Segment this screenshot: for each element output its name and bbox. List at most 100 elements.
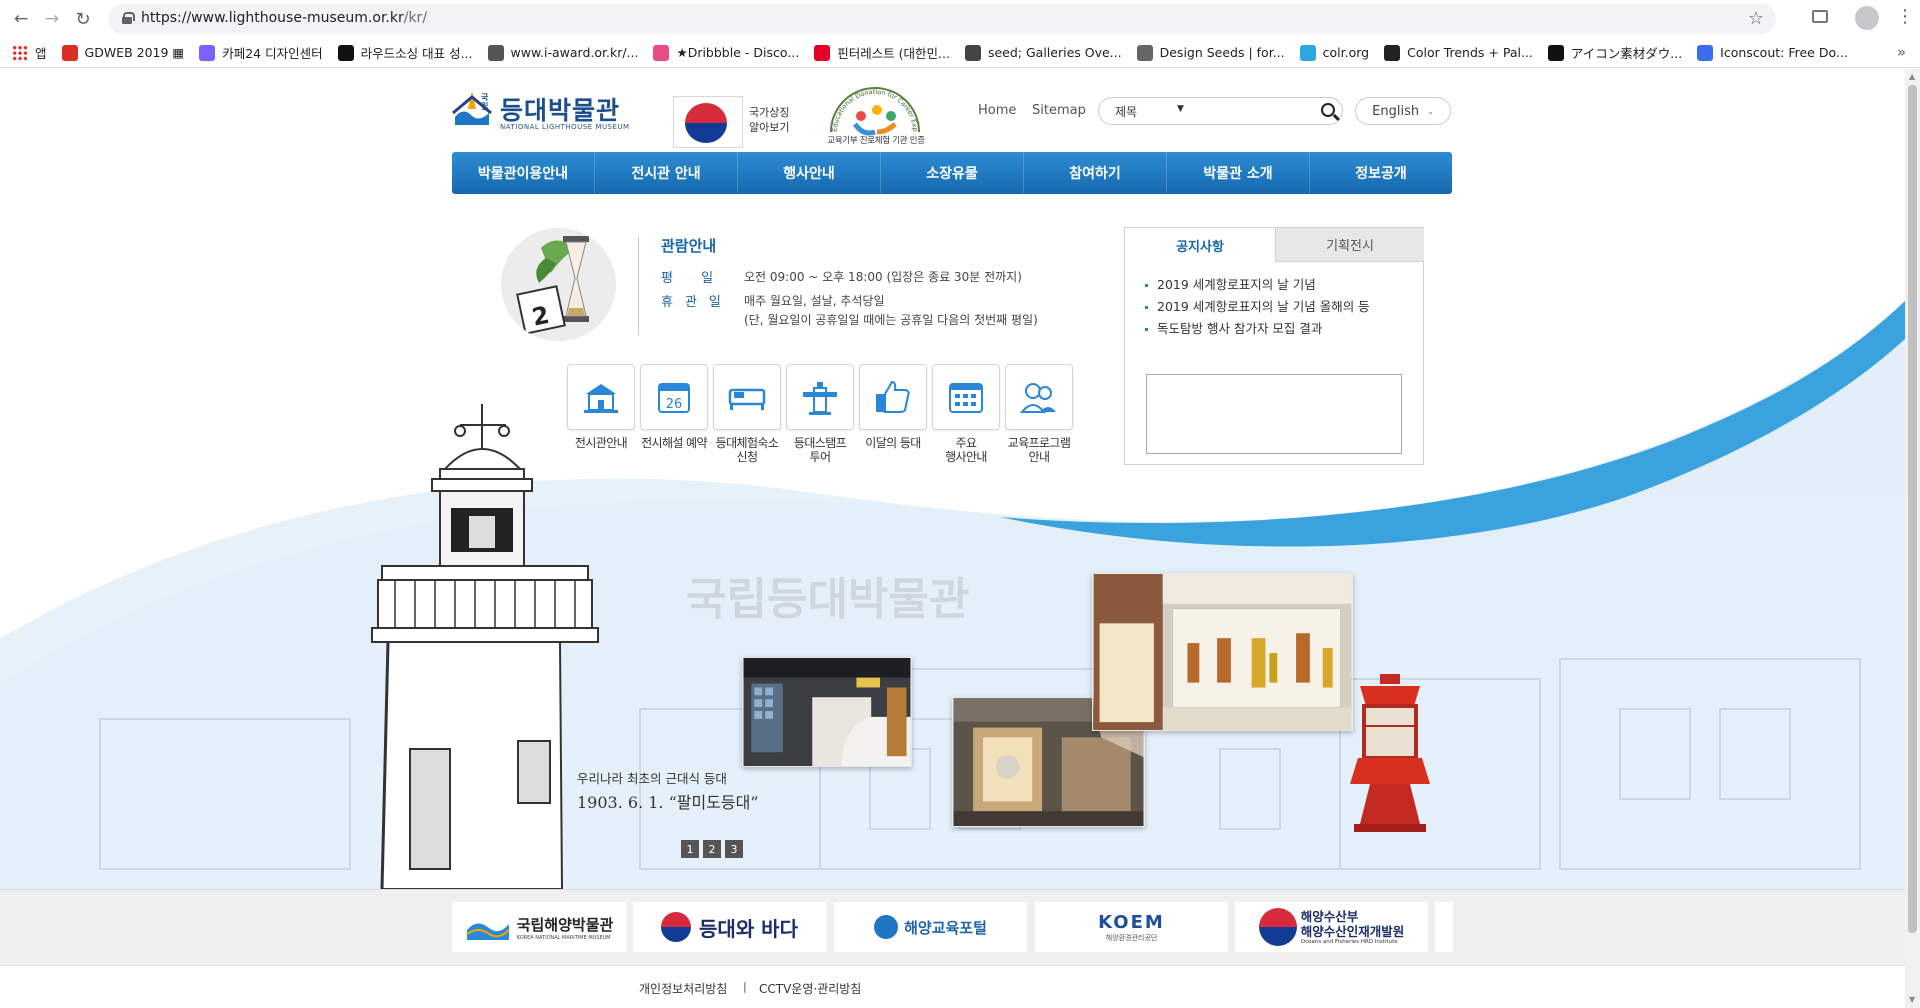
browser-menu-icon[interactable]: ⋮: [1896, 8, 1914, 26]
quick-menu-item[interactable]: 이달의 등대: [859, 364, 927, 450]
bookmark-label: www.i-award.or.kr/...: [510, 45, 639, 60]
bookmark-label: seed; Galleries Ove...: [987, 45, 1122, 60]
bookmark-item[interactable]: アイコン素材ダウ...: [1547, 43, 1683, 62]
gnb-menu-item[interactable]: 소장유물: [881, 152, 1024, 194]
education-donation-badge-icon[interactable]: Educational Donation for Career Experien…: [825, 80, 925, 160]
notice-item[interactable]: 2019 세계항로표지의 날 기념: [1145, 274, 1370, 296]
search-icon[interactable]: [1321, 103, 1335, 117]
bookmark-item[interactable]: seed; Galleries Ove...: [964, 44, 1122, 61]
quick-menu-item[interactable]: 등대스탬프 투어: [786, 364, 854, 464]
quick-menu-item[interactable]: 주요 행사안내: [932, 364, 1000, 464]
bookmark-item[interactable]: colr.org: [1299, 44, 1369, 61]
calendar-number: 26: [666, 397, 683, 412]
bookmark-item[interactable]: 카페24 디자인센터: [199, 43, 323, 62]
bookmark-star-icon[interactable]: ☆: [1748, 8, 1764, 29]
chevron-down-icon[interactable]: ▼: [1177, 104, 1184, 114]
visit-info-title: 관람안내: [661, 237, 717, 255]
bookmark-label: Design Seeds | for...: [1159, 45, 1285, 60]
slide-page-button[interactable]: 3: [725, 840, 743, 858]
bookmark-item[interactable]: GDWEB 2019 ▦: [61, 44, 184, 61]
profile-avatar[interactable]: [1855, 6, 1879, 30]
family-site-ocean-education[interactable]: 해양교육포털: [834, 902, 1027, 952]
chevron-down-icon: ⌄: [1427, 106, 1434, 116]
slide-page-button[interactable]: 1: [681, 840, 699, 858]
family-site-hrd-institute[interactable]: 해양수산부 해양수산인재개발원 Oceans and Fisheries HRD…: [1235, 902, 1428, 952]
family-site-label: KOEM: [1098, 911, 1165, 933]
quick-menu-button[interactable]: [567, 364, 635, 430]
language-select[interactable]: English ⌄: [1355, 97, 1451, 125]
footer: 개인정보처리방침 | CCTV운영·관리방침: [0, 965, 1905, 1008]
notice-item[interactable]: 2019 세계항로표지의 날 기념 올해의 등: [1145, 296, 1370, 318]
hourglass-calendar-icon: 2: [501, 228, 616, 341]
quick-menu-item[interactable]: 전시관안내: [567, 364, 635, 450]
bookmark-item[interactable]: 앱: [12, 43, 47, 62]
reload-icon[interactable]: ↻: [71, 7, 95, 31]
sitemap-link[interactable]: Sitemap: [1032, 103, 1086, 118]
home-link[interactable]: Home: [978, 103, 1016, 118]
bookmark-item[interactable]: www.i-award.or.kr/...: [487, 44, 639, 61]
family-site-next[interactable]: [1435, 902, 1453, 952]
quick-menu-item[interactable]: 등대체험숙소 신청: [713, 364, 781, 464]
quick-menu-button[interactable]: [859, 364, 927, 430]
info-divider: [638, 237, 639, 335]
gnb-menu-item[interactable]: 행사안내: [738, 152, 881, 194]
bookmark-item[interactable]: 핀터레스트 (대한민...: [814, 43, 950, 62]
search-field-select[interactable]: 제목: [1115, 103, 1137, 120]
cctv-policy-link[interactable]: CCTV운영·관리방침: [759, 980, 861, 997]
quick-menu-item[interactable]: 교육프로그램 안내: [1005, 364, 1073, 464]
family-site-label: 국립해양박물관: [516, 915, 614, 934]
scroll-down-icon[interactable]: ▼: [1909, 995, 1915, 1004]
slide-page-button[interactable]: 2: [703, 840, 721, 858]
national-flag[interactable]: [673, 96, 743, 148]
exhibit-photo-3[interactable]: [1092, 573, 1353, 731]
scroll-up-icon[interactable]: ▲: [1909, 72, 1915, 81]
quick-menu-button[interactable]: [932, 364, 1000, 430]
gnb-menu-item[interactable]: 박물관 소개: [1167, 152, 1310, 194]
address-bar[interactable]: https://www.lighthouse-museum.or.kr/kr/ …: [108, 4, 1776, 34]
quick-menu-label: 이달의 등대: [865, 436, 921, 450]
notice-item[interactable]: 독도탐방 행사 참가자 모집 결과: [1145, 318, 1370, 340]
forward-arrow-icon[interactable]: →: [40, 7, 64, 31]
page-scrollbar[interactable]: ▲ ▼: [1905, 69, 1920, 1008]
quick-menu-button[interactable]: 26: [640, 364, 708, 430]
wave-circle-icon: [874, 915, 899, 939]
cast-icon[interactable]: [1812, 10, 1828, 23]
quick-menu-button[interactable]: [786, 364, 854, 430]
quick-menu-button[interactable]: [713, 364, 781, 430]
tab-exhibition[interactable]: 기획전시: [1275, 228, 1424, 262]
bed-icon: [728, 388, 766, 410]
notice-banner[interactable]: [1146, 374, 1402, 454]
family-site-lighthouse-sea[interactable]: 등대와 바다: [633, 902, 826, 952]
bookmark-item[interactable]: Color Trends + Pal...: [1384, 44, 1533, 61]
search-input[interactable]: [1197, 101, 1315, 121]
gnb-menu-item[interactable]: 참여하기: [1024, 152, 1167, 194]
bookmark-label: アイコン素材ダウ...: [1570, 46, 1683, 61]
quick-menu-label: 교육프로그램 안내: [1007, 436, 1071, 464]
family-site-label: 해양수산부 해양수산인재개발원: [1300, 909, 1405, 939]
national-symbol-link[interactable]: 국가상징 알아보기: [749, 105, 789, 135]
quick-menu-label: 전시해설 예약: [641, 436, 707, 450]
back-arrow-icon[interactable]: ←: [9, 7, 33, 31]
gnb-menu-item[interactable]: 전시관 안내: [595, 152, 738, 194]
scroll-thumb[interactable]: [1908, 85, 1917, 933]
bookmark-item[interactable]: Iconscout: Free Do...: [1697, 44, 1848, 61]
family-site-maritime-museum[interactable]: 국립해양박물관 KOREA NATIONAL MARITIME MUSEUM: [452, 902, 626, 952]
bookmark-item[interactable]: 라우드소싱 대표 성...: [337, 43, 473, 62]
bookmark-label: 앱: [35, 46, 47, 61]
site-logo-text[interactable]: 등대박물관: [500, 91, 620, 127]
exhibit-photo-1[interactable]: [742, 657, 912, 767]
tab-notice[interactable]: 공지사항: [1125, 228, 1275, 262]
privacy-policy-link[interactable]: 개인정보처리방침: [639, 980, 727, 997]
favicon-icon: [1299, 44, 1316, 61]
bookmark-item[interactable]: Design Seeds | for...: [1136, 44, 1285, 61]
bookmark-item[interactable]: ★Dribbble - Disco...: [653, 44, 799, 61]
family-site-koem[interactable]: KOEM 해양환경관리공단: [1035, 902, 1228, 952]
family-site-bar: 국립해양박물관 KOREA NATIONAL MARITIME MUSEUM 등…: [0, 889, 1905, 965]
quick-menu-button[interactable]: [1005, 364, 1073, 430]
footer-separator: |: [743, 980, 747, 993]
gnb-menu-item[interactable]: 정보공개: [1310, 152, 1452, 194]
favicon-icon: [1384, 44, 1401, 61]
gnb-menu-item[interactable]: 박물관이용안내: [452, 152, 595, 194]
bookmarks-more-icon[interactable]: »: [1897, 43, 1906, 61]
quick-menu-item[interactable]: 26 전시해설 예약: [640, 364, 708, 450]
